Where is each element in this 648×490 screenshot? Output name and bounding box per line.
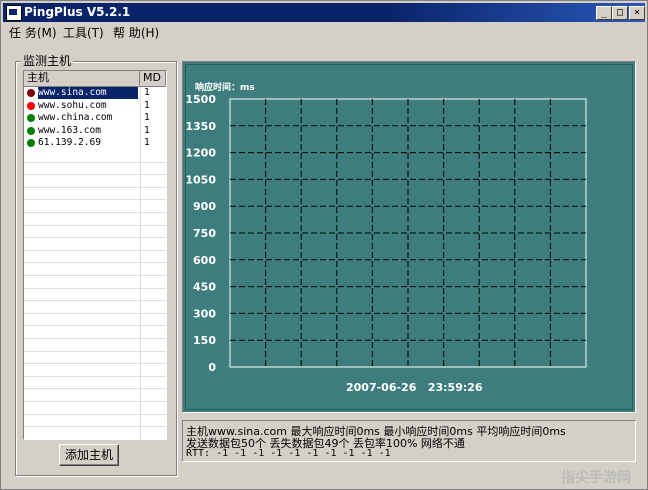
y-tick-label: 900: [193, 200, 216, 213]
window-title: PingPlus V5.2.1: [24, 5, 131, 19]
y-tick-label: 750: [193, 227, 216, 240]
chart-timestamp: 2007-06-26 23:59:26: [346, 381, 483, 394]
host-row[interactable]: www.sohu.com 1: [24, 100, 166, 112]
y-tick-label: 300: [193, 307, 216, 320]
empty-row-line: [24, 388, 166, 389]
empty-row-line: [24, 275, 166, 276]
empty-row-line: [24, 250, 166, 251]
y-tick-label: 1500: [185, 93, 216, 106]
empty-row-line: [24, 187, 166, 188]
host-md: 1: [144, 124, 150, 136]
empty-row-line: [24, 313, 166, 314]
empty-row-line: [24, 363, 166, 364]
empty-row-line: [24, 376, 166, 377]
status-dot-icon: [27, 114, 35, 123]
close-button[interactable]: ×: [629, 6, 645, 20]
host-name: www.sina.com: [38, 87, 138, 99]
status-dot-icon: [27, 139, 35, 148]
y-tick-label: 0: [208, 361, 216, 374]
host-md: 1: [144, 87, 150, 98]
empty-row-line: [24, 325, 166, 326]
empty-row-line: [24, 426, 166, 427]
status-line-rtt: RTT: -1 -1 -1 -1 -1 -1 -1 -1 -1 -1: [186, 448, 391, 459]
status-panel: 主机www.sina.com 最大响应时间0ms 最小响应时间0ms 平均响应时…: [182, 420, 636, 462]
chart-panel: 响应时间：ms 1500 1350 1200 1050 900 750 600 450 300 1…: [182, 61, 636, 413]
list-header: 主机 MD: [24, 71, 166, 87]
host-md: 1: [144, 137, 150, 149]
maximize-button[interactable]: □: [612, 6, 628, 20]
empty-row-line: [24, 174, 166, 175]
y-tick-label: 1350: [185, 120, 216, 133]
empty-row-line: [24, 212, 166, 213]
empty-row-line: [24, 199, 166, 200]
y-tick-label: 450: [193, 281, 216, 294]
y-tick-label: 600: [193, 254, 216, 267]
y-tick-label: 1200: [185, 147, 216, 160]
y-tick-label: 1050: [185, 173, 216, 186]
menu-task[interactable]: 任 务(M): [9, 24, 57, 41]
empty-row-line: [24, 414, 166, 415]
chart-ylabel: 响应时间：ms: [195, 81, 255, 93]
host-list[interactable]: 主机 MD www.sina.com 1 www.sohu.com 1 www.chin…: [23, 70, 167, 440]
empty-row-line: [24, 225, 166, 226]
host-row[interactable]: 61.139.2.69 1: [24, 137, 166, 149]
minimize-button[interactable]: _: [596, 6, 612, 20]
column-host[interactable]: 主机: [24, 71, 140, 85]
empty-row-line: [24, 338, 166, 339]
title-bar[interactable]: PingPlus V5.2.1 _ □ ×: [3, 3, 645, 22]
empty-row-line: [24, 439, 166, 440]
response-time-chart: 响应时间：ms 15001350120010509007506004503001…: [185, 81, 587, 394]
host-row[interactable]: www.china.com 1: [24, 112, 166, 124]
status-dot-icon: [27, 89, 35, 97]
empty-row-line: [24, 262, 166, 263]
empty-row-line: [24, 237, 166, 238]
host-md: 1: [144, 99, 150, 111]
host-name: www.163.com: [38, 124, 101, 136]
menu-bar: 任 务(M) 工具(T) 帮 助(H): [3, 23, 645, 41]
empty-row-line: [24, 300, 166, 301]
host-row[interactable]: www.163.com 1: [24, 125, 166, 137]
empty-row-line: [24, 401, 166, 402]
status-dot-icon: [27, 126, 35, 135]
empty-row-line: [24, 162, 166, 163]
empty-row-line: [24, 288, 166, 289]
menu-tools[interactable]: 工具(T): [63, 24, 104, 41]
host-name: 61.139.2.69: [38, 137, 101, 149]
host-md: 1: [144, 112, 150, 124]
watermark: 指尖手游网: [561, 470, 631, 486]
add-host-button[interactable]: 添加主机: [59, 444, 119, 466]
host-name: www.sohu.com: [38, 99, 107, 111]
empty-row-line: [24, 351, 166, 352]
group-label: 监测主机: [21, 52, 74, 69]
y-tick-label: 150: [193, 334, 216, 347]
host-row[interactable]: www.sina.com 1: [24, 87, 166, 99]
column-md[interactable]: MD: [140, 71, 166, 85]
menu-help[interactable]: 帮 助(H): [113, 24, 159, 41]
main-window: PingPlus V5.2.1 _ □ × 任 务(M) 工具(T) 帮 助(H…: [0, 0, 648, 490]
app-icon: [6, 5, 22, 21]
host-name: www.china.com: [38, 112, 113, 124]
status-dot-icon: [27, 101, 35, 110]
